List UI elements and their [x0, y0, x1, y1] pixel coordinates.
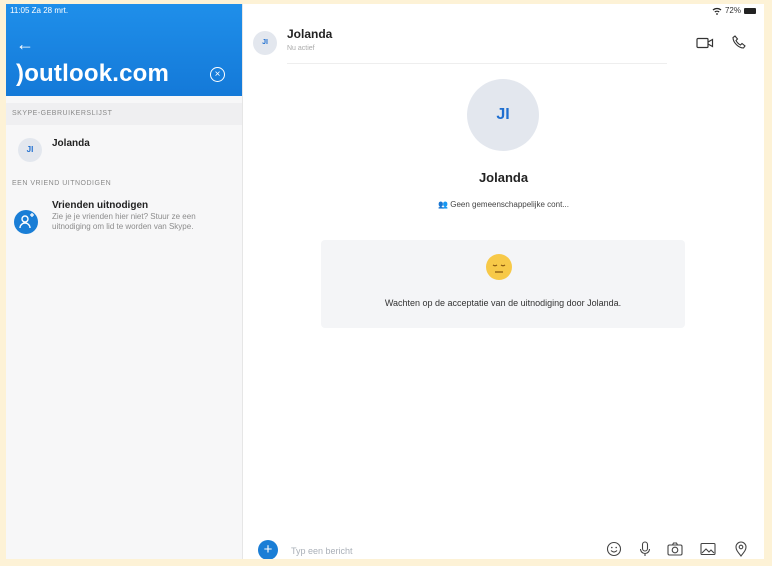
camera-icon[interactable] [666, 540, 684, 558]
header-avatar[interactable]: JI [253, 31, 277, 55]
mutual-contacts-text: Geen gemeenschappelijke cont... [450, 200, 569, 209]
video-call-icon[interactable] [696, 36, 714, 50]
search-input-value[interactable]: )outlook.com [16, 60, 169, 88]
battery-icon [744, 7, 756, 14]
invite-title: Vrienden uitnodigen [52, 200, 149, 211]
chat-contact-status: Nu actief [287, 45, 315, 52]
header-divider [287, 63, 667, 64]
profile-name: Jolanda [478, 170, 529, 185]
gallery-icon[interactable] [699, 540, 717, 558]
battery-percent: 72% [724, 6, 741, 15]
profile-avatar[interactable]: JI [467, 79, 539, 151]
invite-description: Zie je je vrienden hier niet? Stuur ze e… [52, 212, 196, 231]
message-input[interactable] [289, 540, 593, 559]
avatar: JI [18, 138, 42, 162]
invite-friends-item[interactable]: Vrienden uitnodigen Zie je je vrienden h… [6, 196, 242, 256]
section-header-invite: EEN VRIEND UITNODIGEN [12, 180, 112, 187]
phone-icon[interactable] [731, 34, 747, 50]
mutual-contacts: 👥 Geen gemeenschappelijke cont... [243, 200, 764, 209]
wifi-icon [712, 7, 722, 15]
contacts-icon: 👥 [438, 200, 448, 209]
status-indicators: 72% [712, 6, 756, 15]
plus-icon[interactable]: + [258, 540, 278, 559]
message-composer: + [243, 531, 764, 559]
invitation-pending-card: Wachten op de acceptatie van de uitnodig… [321, 240, 685, 328]
chat-contact-name[interactable]: Jolanda [287, 27, 332, 41]
add-person-icon [14, 210, 38, 234]
ipad-screen: 11:05 Za 28 mrt. ← )outlook.com × SKYPE-… [6, 4, 764, 559]
emoji-icon [486, 254, 512, 280]
microphone-icon[interactable] [636, 540, 654, 558]
status-time-date: 11:05 Za 28 mrt. [10, 6, 69, 15]
back-arrow-icon[interactable]: ← [16, 34, 34, 55]
search-header: 11:05 Za 28 mrt. ← )outlook.com × [6, 4, 242, 96]
section-header-users: SKYPE-GEBRUIKERSLIJST [6, 103, 242, 125]
chat-panel: 72% JI Jolanda Nu actief JI Jolanda 👥 Ge… [243, 4, 764, 559]
search-sidebar: 11:05 Za 28 mrt. ← )outlook.com × SKYPE-… [6, 4, 243, 559]
location-icon[interactable] [732, 540, 750, 558]
waiting-message: Wachten op de acceptatie van de uitnodig… [384, 298, 622, 308]
clear-icon[interactable]: × [210, 67, 225, 82]
contact-name: Jolanda [52, 138, 90, 149]
contact-list-item[interactable]: JI Jolanda [6, 128, 242, 168]
emoji-icon[interactable] [605, 540, 623, 558]
